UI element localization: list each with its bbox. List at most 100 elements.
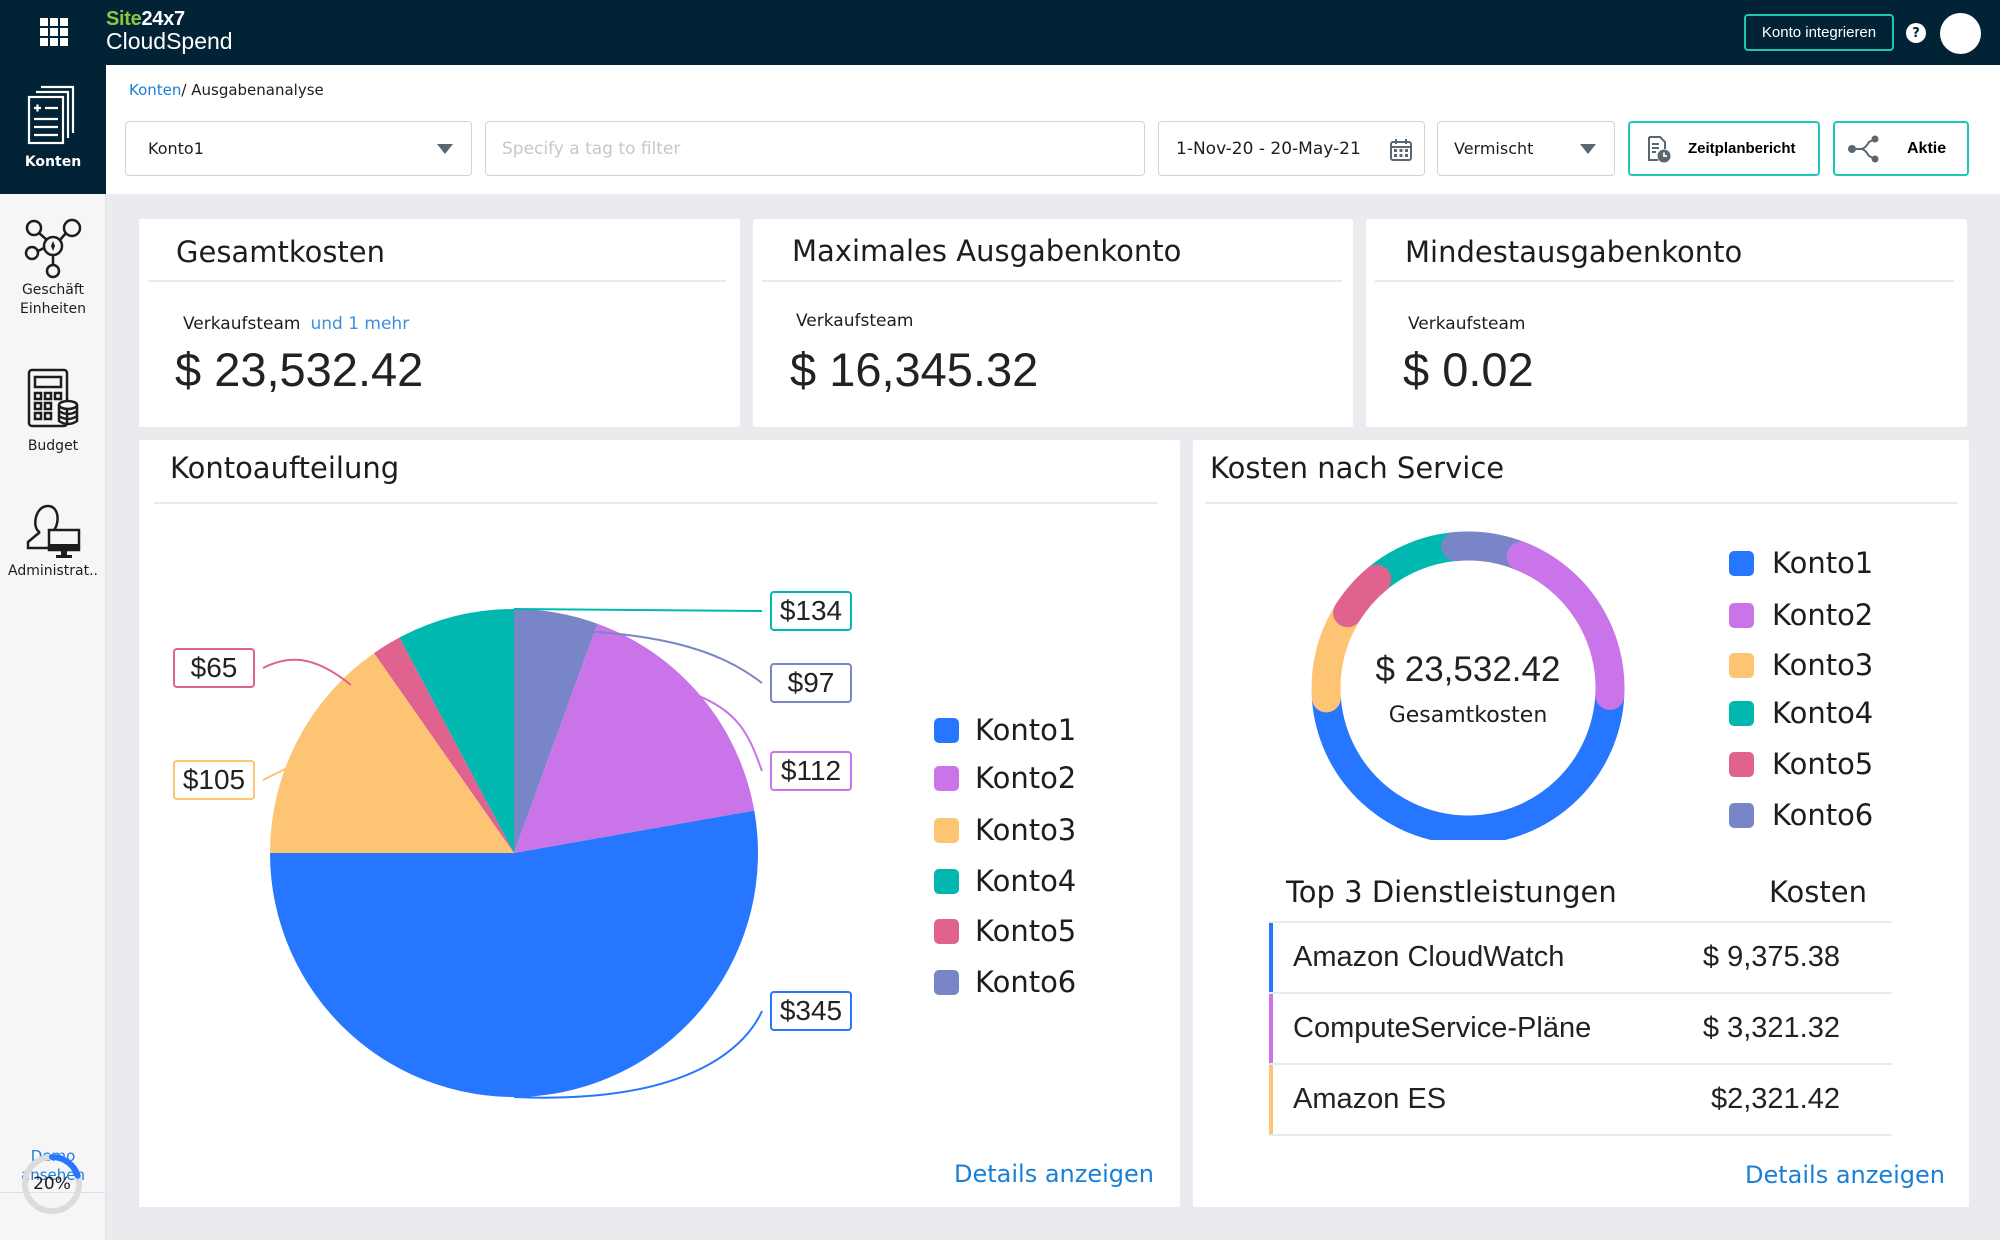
account-split-details-link[interactable]: Details anzeigen	[954, 1160, 1154, 1188]
legend-swatch	[1729, 802, 1754, 828]
account-select[interactable]: Konto1	[125, 121, 472, 176]
service-name: Amazon CloudWatch	[1293, 941, 1565, 973]
pie-legend-item-konto3[interactable]: Konto3	[934, 813, 1076, 847]
donut-legend-item-konto4[interactable]: Konto4	[1729, 696, 1873, 730]
sidebar: Konten Geschäft Einheiten Budget Adminis…	[0, 65, 106, 1240]
legend-swatch	[934, 868, 959, 894]
legend-label: Konto5	[975, 914, 1077, 948]
card-subtitle: Verkaufsteam	[796, 311, 914, 331]
breadcrumb-separator: /	[181, 81, 187, 99]
pie-connector-konto4	[513, 608, 763, 612]
cost-mode-value: Vermischt	[1454, 139, 1534, 158]
service-row[interactable]: Amazon CloudWatch $ 9,375.38	[1269, 923, 1892, 994]
app-grid-icon[interactable]	[40, 18, 68, 46]
pie-data-label-konto6: $97	[770, 663, 852, 703]
breadcrumb: Konten/ Ausgabenanalyse	[129, 81, 324, 99]
user-avatar[interactable]	[1940, 13, 1981, 54]
sidebar-item-business-units[interactable]: Geschäft Einheiten	[0, 215, 106, 319]
share-label: Aktie	[1907, 139, 1947, 157]
schedule-report-button[interactable]: Zeitplanbericht	[1628, 121, 1820, 176]
pie-legend-item-konto5[interactable]: Konto5	[934, 914, 1076, 948]
admin-icon	[26, 504, 81, 558]
max-spend-amount: $ 16,345.32	[790, 343, 1039, 396]
legend-label: Konto5	[1772, 747, 1874, 781]
pie-data-label-konto3: $105	[173, 760, 255, 800]
pie-legend-item-konto6[interactable]: Konto6	[934, 965, 1076, 999]
donut-segment-konto5[interactable]	[1333, 564, 1392, 628]
budget-calculator-icon	[27, 368, 79, 428]
legend-swatch	[1729, 700, 1754, 726]
schedule-report-icon	[1648, 135, 1671, 162]
donut-legend-item-konto3[interactable]: Konto3	[1729, 648, 1873, 682]
date-range-picker[interactable]: 1-Nov-20 - 20-May-21	[1158, 121, 1425, 176]
more-accounts-link[interactable]: und 1 mehr	[310, 314, 409, 334]
legend-swatch	[934, 918, 959, 944]
services-table-header-name: Top 3 Dienstleistungen	[1286, 875, 1617, 909]
donut-center-label: Gesamtkosten	[1388, 703, 1548, 728]
date-range-value: 1-Nov-20 - 20-May-21	[1176, 138, 1361, 159]
card-title: Maximales Ausgabenkonto	[792, 234, 1182, 268]
accounts-icon	[27, 85, 75, 145]
service-row[interactable]: ComputeService-Pläne $ 3,321.32	[1269, 994, 1892, 1065]
business-units-icon	[24, 218, 82, 279]
pie-data-label-konto5: $65	[173, 648, 255, 688]
pie-legend-item-konto4[interactable]: Konto4	[934, 864, 1076, 898]
tag-filter-input[interactable]	[502, 138, 1144, 159]
service-color-bar	[1269, 923, 1273, 992]
legend-label: Konto6	[975, 965, 1077, 999]
donut-legend-item-konto2[interactable]: Konto2	[1729, 598, 1873, 632]
legend-swatch	[1729, 751, 1754, 777]
progress-percent: 20%	[33, 1174, 71, 1194]
sidebar-item-accounts[interactable]: Konten	[0, 65, 106, 194]
brand-site: Site	[106, 8, 142, 30]
service-color-bar	[1269, 1065, 1273, 1134]
pie-legend-item-konto1[interactable]: Konto1	[934, 713, 1076, 747]
sidebar-item-admin[interactable]: Administrat..	[0, 500, 106, 581]
card-divider	[1375, 280, 1954, 282]
legend-label: Konto1	[975, 713, 1077, 747]
card-divider	[148, 280, 726, 282]
services-table-header-cost: Kosten	[1768, 875, 1867, 909]
share-button[interactable]: Aktie	[1833, 121, 1969, 176]
brand-logo[interactable]: Site24x7 CloudSpend	[106, 8, 233, 54]
sidebar-item-budget[interactable]: Budget	[0, 367, 106, 456]
legend-label: Konto6	[1772, 798, 1874, 832]
legend-label: Konto2	[975, 761, 1077, 795]
service-cost: $2,321.42	[1710, 1083, 1840, 1115]
donut-legend-item-konto6[interactable]: Konto6	[1729, 798, 1873, 832]
legend-label: Konto1	[1772, 546, 1874, 580]
cost-mode-select[interactable]: Vermischt	[1437, 121, 1615, 176]
account-select-value: Konto1	[148, 139, 204, 158]
service-name: Amazon ES	[1293, 1083, 1447, 1115]
donut-center-amount: $ 23,532.42	[1375, 650, 1561, 689]
service-cost: $ 3,321.32	[1702, 1012, 1840, 1044]
service-cost-details-link[interactable]: Details anzeigen	[1745, 1161, 1945, 1189]
calendar-icon[interactable]	[1389, 138, 1413, 162]
chevron-down-icon	[1580, 144, 1596, 154]
service-row[interactable]: Amazon ES $2,321.42	[1269, 1065, 1892, 1136]
legend-label: Konto4	[1772, 696, 1874, 730]
card-subtitle: Verkaufsteam und 1 mehr	[183, 314, 409, 334]
tag-filter-field[interactable]	[485, 121, 1145, 176]
pie-legend-item-konto2[interactable]: Konto2	[934, 761, 1076, 795]
card-divider	[762, 280, 1342, 282]
breadcrumb-root-link[interactable]: Konten	[129, 81, 181, 99]
sidebar-item-label: Budget	[27, 438, 79, 454]
pie-data-label-konto4: $134	[770, 591, 852, 631]
help-icon[interactable]: ?	[1906, 23, 1926, 43]
service-color-bar	[1269, 994, 1273, 1063]
brand-product: CloudSpend	[106, 28, 233, 54]
breadcrumb-current: Ausgabenanalyse	[191, 81, 324, 99]
donut-legend-item-konto1[interactable]: Konto1	[1729, 546, 1873, 580]
service-name: ComputeService-Pläne	[1293, 1012, 1592, 1044]
donut-legend-item-konto5[interactable]: Konto5	[1729, 747, 1873, 781]
pie-data-label-konto2: $112	[770, 751, 852, 791]
brand-number: 24x7	[141, 8, 185, 30]
legend-swatch	[934, 817, 959, 843]
integrate-account-button[interactable]: Konto integrieren	[1744, 14, 1894, 51]
legend-label: Konto3	[975, 813, 1077, 847]
min-spend-amount: $ 0.02	[1403, 343, 1534, 396]
pie-slice-konto1[interactable]	[270, 810, 759, 1098]
share-icon	[1848, 135, 1879, 162]
sidebar-item-label: Konten	[24, 154, 82, 170]
